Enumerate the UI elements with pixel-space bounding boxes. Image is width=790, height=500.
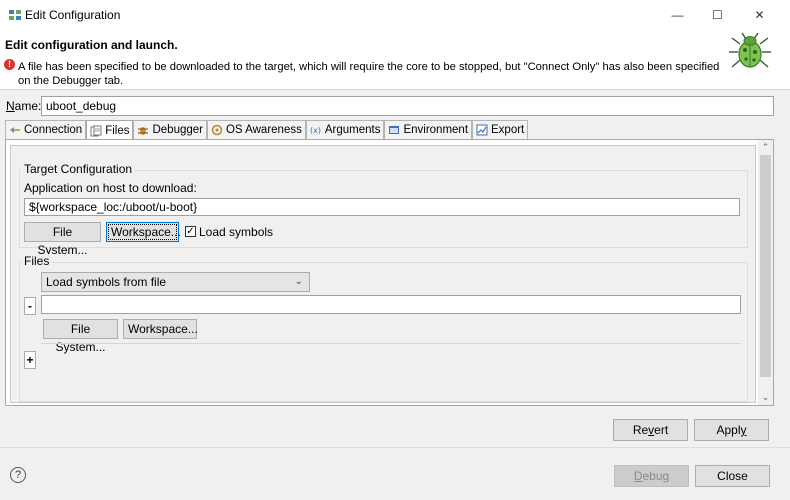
export-icon (476, 124, 488, 136)
files-workspace-button[interactable]: Workspace... (123, 319, 198, 339)
name-label: Name: (6, 99, 41, 113)
tab-os-awareness-label: OS Awareness (225, 124, 302, 136)
close-window-button[interactable]: ✕ (737, 0, 782, 30)
apply-label-mnemonic: y (740, 423, 747, 437)
symbols-mode-value: Load symbols from file (46, 275, 167, 289)
close-button[interactable]: Close (695, 465, 770, 487)
maximize-button[interactable]: ☐ (695, 0, 740, 30)
vertical-scrollbar[interactable]: ⌃ ⌄ (758, 140, 773, 405)
tab-export-label: Export (491, 124, 525, 136)
tab-files[interactable]: Files (86, 120, 134, 140)
name-label-rest: ame: (14, 99, 42, 113)
files-separator (41, 343, 741, 344)
scroll-thumb[interactable] (760, 155, 771, 377)
tab-bar: Connection Files Debugger OS Awareness (… (5, 120, 529, 140)
tab-files-label: Files (105, 124, 130, 137)
error-message: A file has been specified to be download… (18, 61, 720, 87)
os-awareness-icon (211, 124, 223, 136)
name-input[interactable]: uboot_debug (41, 96, 774, 116)
environment-icon (389, 126, 400, 134)
configuration-icon (9, 10, 21, 20)
connection-icon (10, 127, 20, 133)
tab-environment[interactable]: Environment (384, 120, 473, 139)
apply-button[interactable]: Apply (694, 419, 769, 441)
tab-arguments-label: Arguments (324, 124, 381, 136)
revert-label-a: Re (632, 423, 649, 437)
arguments-icon: (x)= (310, 126, 322, 135)
header-title: Edit configuration and launch. (5, 38, 178, 52)
load-symbols-checkbox[interactable]: ✓ (185, 226, 196, 237)
debug-label-rest: ebug (642, 469, 670, 483)
help-icon[interactable]: ? (10, 467, 26, 483)
load-symbols-label: Load symbols (199, 225, 274, 239)
tab-export[interactable]: Export (472, 120, 529, 139)
tab-connection[interactable]: Connection (5, 120, 87, 139)
debug-button[interactable]: Debug (614, 465, 689, 487)
revert-button[interactable]: Revert (613, 419, 688, 441)
remove-file-button[interactable]: - (24, 297, 36, 315)
file-system-button[interactable]: File System... (24, 222, 101, 257)
error-icon: ! (4, 59, 15, 70)
scroll-up-icon[interactable]: ⌃ (758, 140, 773, 154)
chevron-down-icon: ⌄ (294, 276, 303, 287)
add-file-button[interactable]: + (24, 351, 36, 369)
name-label-mnemonic: N (6, 99, 15, 113)
tab-debugger[interactable]: Debugger (133, 120, 207, 139)
scroll-down-icon[interactable]: ⌄ (758, 390, 773, 404)
svg-text:(x)=: (x)= (310, 126, 322, 135)
workspace-button[interactable]: Workspace... (106, 222, 181, 242)
bottom-separator (0, 447, 790, 448)
tab-connection-label: Connection (24, 124, 83, 136)
apply-label-a: Appl (716, 423, 741, 437)
debug-bug-icon (729, 32, 771, 68)
tab-environment-label: Environment (403, 124, 469, 136)
tab-arguments[interactable]: (x)= Arguments (305, 120, 385, 139)
debugger-icon (138, 127, 149, 135)
tab-debugger-label: Debugger (152, 124, 203, 136)
tab-os-awareness[interactable]: OS Awareness (206, 120, 306, 139)
file-path-input[interactable] (41, 295, 741, 314)
target-configuration-label: Target Configuration (21, 162, 136, 176)
files-file-system-button[interactable]: File System... (43, 319, 118, 354)
application-label: Application on host to download: (24, 181, 197, 195)
files-group-label: Files (21, 254, 53, 268)
files-icon (90, 125, 102, 136)
application-path-input[interactable]: ${workspace_loc:/uboot/u-boot} (24, 198, 740, 216)
symbols-mode-select[interactable]: Load symbols from file ⌄ (41, 272, 310, 292)
revert-label-b: ert (654, 423, 669, 437)
window-title: Edit Configuration (25, 8, 121, 22)
minimize-button[interactable]: — (655, 0, 700, 30)
